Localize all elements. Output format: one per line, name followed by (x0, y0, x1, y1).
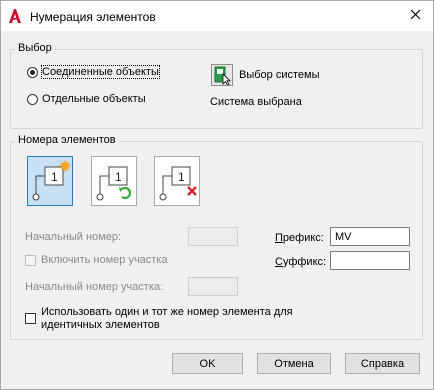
selection-group: Выбор (10, 42, 423, 129)
suffix-field[interactable] (330, 251, 410, 270)
svg-text:1: 1 (51, 170, 58, 184)
select-system-label[interactable]: Выбор системы (239, 69, 319, 81)
numbers-group-title: Номера элементов (15, 134, 119, 146)
cancel-button[interactable]: Отмена (257, 353, 331, 374)
autocad-a-icon (9, 9, 21, 23)
title-bar[interactable]: Нумерация элементов (1, 1, 433, 31)
same-number-label-line2[interactable]: идентичных элементов (41, 319, 160, 331)
ok-button[interactable]: OK (172, 353, 243, 374)
connected-objects-radio[interactable] (27, 67, 38, 78)
renumber-button[interactable]: 1 (91, 156, 137, 206)
section-start-field[interactable] (188, 277, 238, 296)
svg-text:1: 1 (178, 170, 185, 184)
separate-objects-label[interactable]: Отдельные объекты (42, 93, 146, 105)
connected-objects-label[interactable]: Соединенные объекты (41, 65, 160, 79)
svg-text:1: 1 (115, 170, 122, 184)
window-title: Нумерация элементов (30, 10, 156, 24)
start-number-label: Начальный номер: (25, 231, 122, 243)
new-number-icon: 1 (28, 160, 72, 208)
close-button[interactable] (405, 7, 425, 25)
select-system-button[interactable] (211, 64, 233, 86)
close-icon (410, 9, 421, 23)
prefix-label: Префикс: (275, 232, 324, 244)
delete-number-icon: 1 (155, 166, 199, 208)
delete-number-button[interactable]: 1 (154, 156, 200, 206)
prefix-field[interactable] (330, 227, 410, 246)
selection-group-title: Выбор (15, 42, 55, 54)
help-button[interactable]: Справка (345, 353, 420, 374)
same-number-checkbox[interactable] (25, 313, 36, 324)
include-section-label: Включить номер участка (41, 254, 168, 266)
start-number-field[interactable] (188, 227, 238, 246)
renumber-icon: 1 (92, 166, 136, 208)
separate-objects-radio[interactable] (27, 94, 38, 105)
same-number-label-line1[interactable]: Использовать один и тот же номер элемент… (41, 306, 293, 318)
new-number-button[interactable]: 1 (27, 156, 73, 206)
system-status-text: Система выбрана (210, 96, 302, 108)
suffix-label: Суффикс: (275, 256, 327, 268)
include-section-checkbox[interactable] (25, 255, 36, 266)
dialog-window: Нумерация элементов Выбор Соединенные об… (0, 0, 434, 390)
section-start-label: Начальный номер участка: (25, 281, 164, 293)
select-system-icon (212, 66, 232, 88)
